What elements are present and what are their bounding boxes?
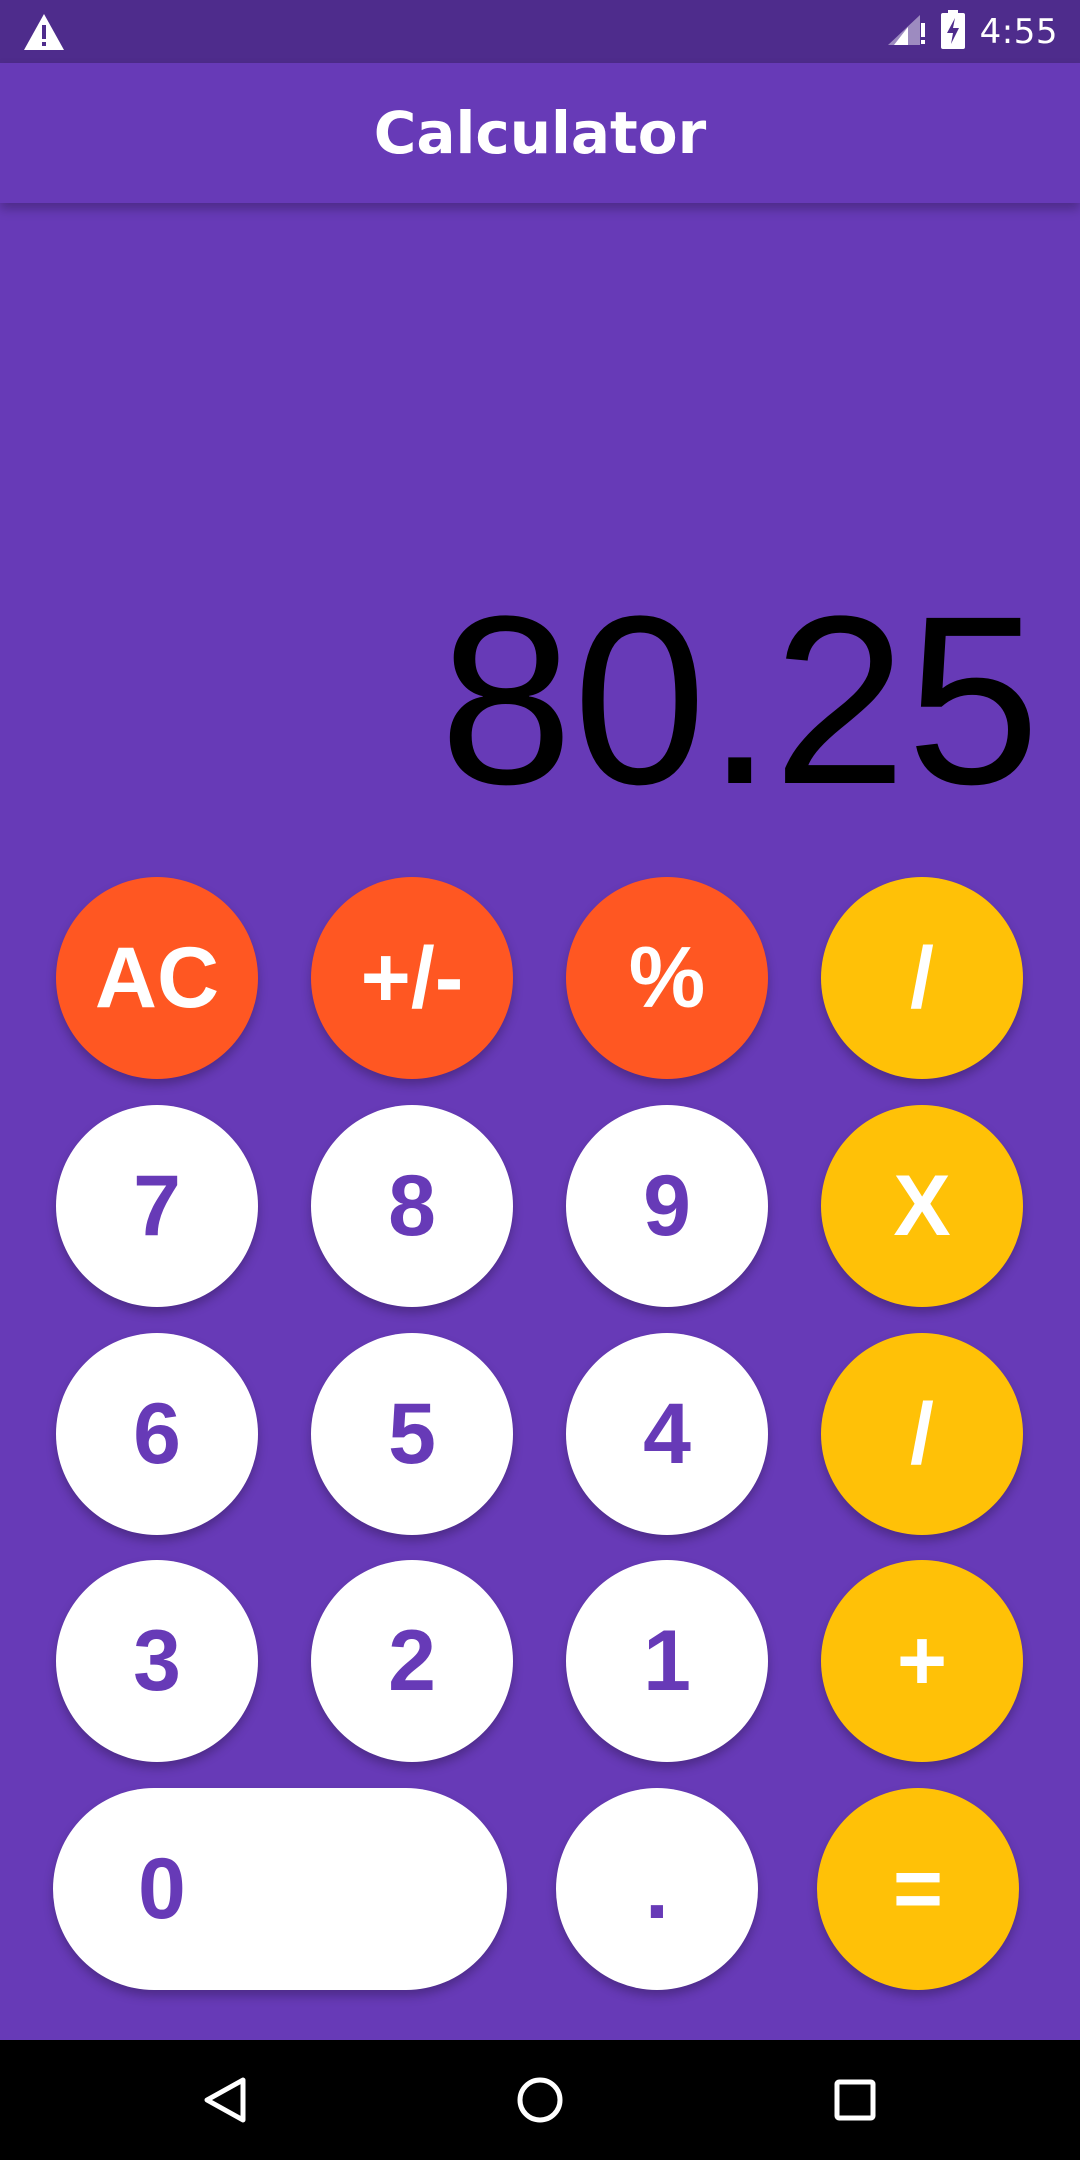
digit-6-button[interactable]: 6 — [56, 1333, 258, 1535]
warning-icon — [22, 12, 66, 52]
digit-3-button[interactable]: 3 — [56, 1560, 258, 1762]
percent-button[interactable]: % — [566, 877, 768, 1079]
navigation-bar — [0, 2040, 1080, 2160]
app-bar: Calculator — [0, 63, 1080, 203]
digit-8-button[interactable]: 8 — [311, 1105, 513, 1307]
recents-icon[interactable] — [825, 2070, 885, 2130]
digit-1-button[interactable]: 1 — [566, 1560, 768, 1762]
status-time: 4:55 — [979, 11, 1058, 52]
decimal-button[interactable]: . — [556, 1788, 758, 1990]
add-button[interactable]: + — [821, 1560, 1023, 1762]
result-display: 80.25 — [439, 566, 1040, 834]
equals-button[interactable]: = — [817, 1788, 1019, 1990]
battery-charging-icon — [940, 9, 966, 54]
digit-7-button[interactable]: 7 — [56, 1105, 258, 1307]
multiply-button[interactable]: X — [821, 1105, 1023, 1307]
digit-4-button[interactable]: 4 — [566, 1333, 768, 1535]
home-icon[interactable] — [510, 2070, 570, 2130]
signal-icon — [886, 13, 926, 51]
digit-2-button[interactable]: 2 — [311, 1560, 513, 1762]
app-title: Calculator — [373, 99, 707, 167]
digit-5-button[interactable]: 5 — [311, 1333, 513, 1535]
status-bar: 4:55 — [0, 0, 1080, 63]
digit-0-button[interactable]: 0 — [53, 1788, 507, 1990]
plus-minus-button[interactable]: +/- — [311, 877, 513, 1079]
keypad: AC +/- % / 7 8 9 X 6 5 4 / 3 2 1 + 0 . = — [0, 0, 1080, 2160]
all-clear-button[interactable]: AC — [56, 877, 258, 1079]
divide-button[interactable]: / — [821, 877, 1023, 1079]
digit-9-button[interactable]: 9 — [566, 1105, 768, 1307]
subtract-button[interactable]: / — [821, 1333, 1023, 1535]
back-icon[interactable] — [195, 2070, 255, 2130]
